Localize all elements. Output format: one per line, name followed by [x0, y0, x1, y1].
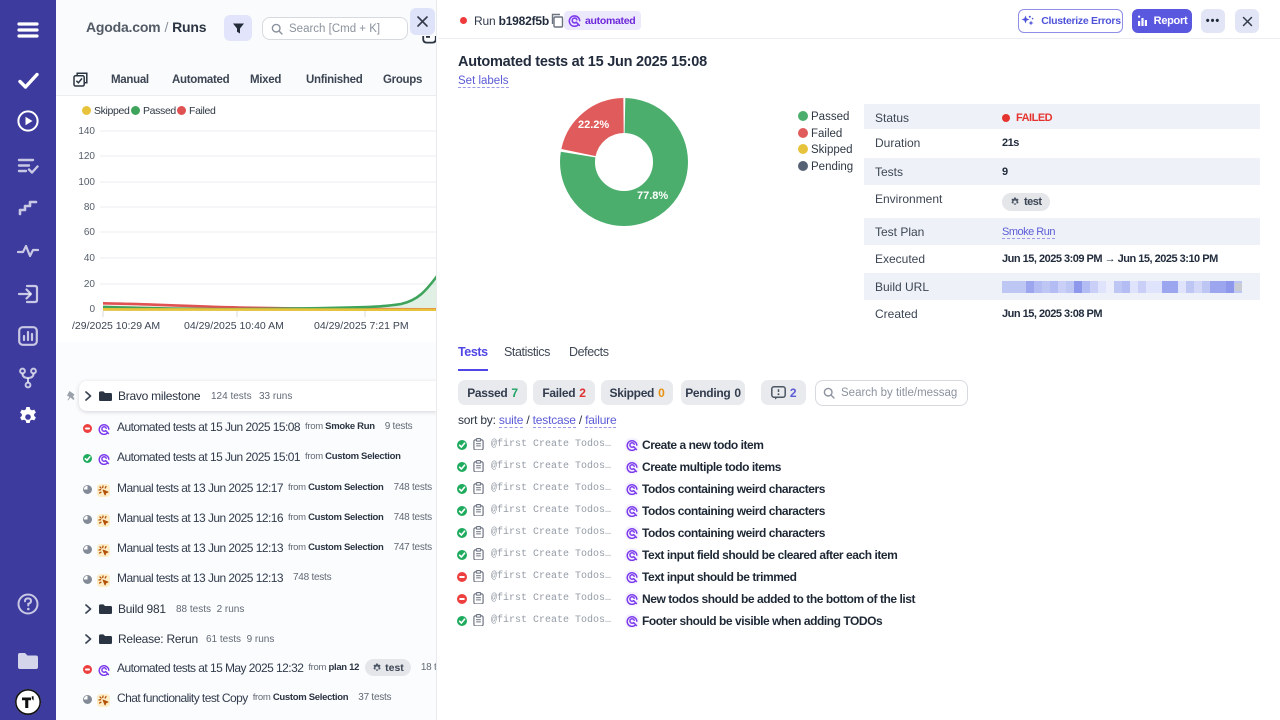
svg-text:22.2%: 22.2% [578, 119, 609, 131]
svg-text:77.8%: 77.8% [637, 190, 668, 202]
